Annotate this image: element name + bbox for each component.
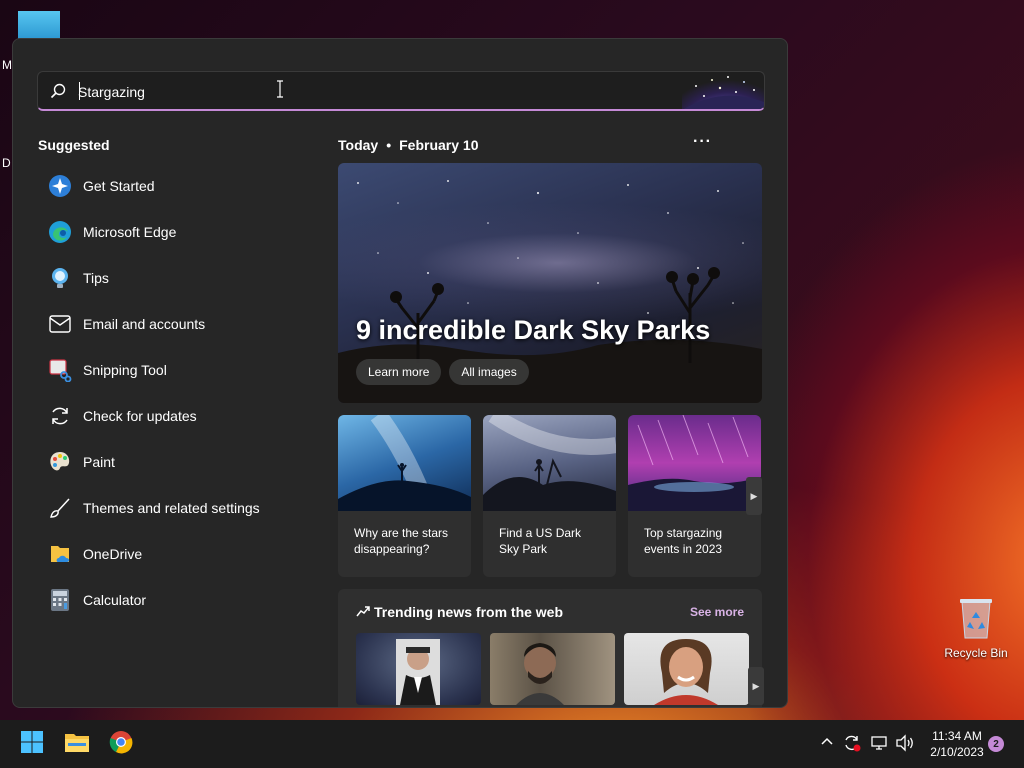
folder-icon [64,731,90,758]
story-cards: Why are the stars disappearing? Find a U… [338,415,762,577]
trending-news-section: Trending news from the web See more ▶ [338,589,764,707]
snipping-tool-icon [47,357,73,383]
learn-more-button[interactable]: Learn more [356,359,442,385]
story-card[interactable]: Top stargazing events in 2023 [628,415,761,577]
search-panel: Suggested Get Started Microsoft Edge [12,38,788,708]
volume-icon[interactable] [895,734,915,757]
more-options-button[interactable]: ··· [693,133,712,151]
hero-card[interactable]: 9 incredible Dark Sky Parks Learn more A… [338,163,762,403]
start-button[interactable] [15,728,49,760]
ibeam-cursor-icon [275,80,285,98]
desktop-shortcut-label-2: D [2,156,11,170]
get-started-icon [47,173,73,199]
network-icon[interactable] [870,734,888,757]
recycle-bin-label: Recycle Bin [944,646,1008,660]
story-caption: Find a US Dark Sky Park [499,526,582,556]
suggested-item-label: Email and accounts [83,316,206,332]
mail-icon [47,311,73,337]
trending-up-icon [356,604,370,620]
story-card[interactable]: Find a US Dark Sky Park [483,415,616,577]
chevron-up-icon[interactable] [820,734,834,753]
desktop-shortcut-icon[interactable] [18,11,60,41]
search-icon [38,83,78,99]
clock-time: 11:34 AM [932,729,982,743]
suggested-item-label: Get Started [83,178,155,194]
recycle-bin[interactable]: Recycle Bin [940,596,1012,660]
suggested-item-label: Check for updates [83,408,197,424]
sync-alert-icon[interactable] [843,734,861,757]
paint-icon [47,449,73,475]
onedrive-icon [47,541,73,567]
recycle-bin-icon [958,596,994,640]
story-image [628,415,761,511]
suggested-heading: Suggested [38,137,110,153]
suggested-item-label: Tips [83,270,109,286]
file-explorer-button[interactable] [60,728,94,760]
story-caption: Top stargazing events in 2023 [644,526,723,556]
today-label: Today [338,137,379,153]
news-thumbnail[interactable] [624,633,749,705]
see-more-link[interactable]: See more [690,605,744,619]
suggested-item-paint[interactable]: Paint [37,439,307,485]
suggested-item-get-started[interactable]: Get Started [37,163,307,209]
trending-title: Trending news from the web [374,604,564,620]
suggested-item-calculator[interactable]: Calculator [37,577,307,623]
suggested-item-tips[interactable]: Tips [37,255,307,301]
story-image [338,415,471,511]
news-thumbnail[interactable] [490,633,615,705]
news-thumbnail[interactable] [356,633,481,705]
suggested-item-snipping-tool[interactable]: Snipping Tool [37,347,307,393]
refresh-icon [47,403,73,429]
search-box[interactable] [37,71,765,111]
story-card[interactable]: Why are the stars disappearing? [338,415,471,577]
trending-heading: Trending news from the web [356,604,563,620]
suggested-item-label: Microsoft Edge [83,224,177,240]
suggested-item-microsoft-edge[interactable]: Microsoft Edge [37,209,307,255]
tips-icon [47,265,73,291]
taskbar: 11:34 AM 2/10/2023 [0,720,1024,768]
notification-badge[interactable]: 2 [988,736,1004,752]
suggested-item-check-updates[interactable]: Check for updates [37,393,307,439]
clock[interactable]: 11:34 AM 2/10/2023 [920,728,994,760]
suggested-item-label: OneDrive [83,546,143,562]
suggested-list: Get Started Microsoft Edge Tips Email an… [37,163,307,623]
suggested-item-label: Snipping Tool [83,362,167,378]
brush-icon [47,495,73,521]
clock-date: 2/10/2023 [930,745,984,759]
calculator-icon [47,587,73,613]
all-images-button[interactable]: All images [449,359,529,385]
story-caption: Why are the stars disappearing? [354,526,449,556]
suggested-item-email-accounts[interactable]: Email and accounts [37,301,307,347]
next-arrow-icon[interactable]: ▶ [748,667,764,705]
hero-title: 9 incredible Dark Sky Parks [356,315,711,345]
story-image [483,415,616,511]
chrome-icon [109,730,133,759]
suggested-item-label: Themes and related settings [83,500,260,516]
next-arrow-icon[interactable]: ▶ [746,477,762,515]
suggested-item-onedrive[interactable]: OneDrive [37,531,307,577]
today-date: February 10 [399,137,479,153]
suggested-item-themes[interactable]: Themes and related settings [37,485,307,531]
text-caret [79,82,80,100]
search-input[interactable] [78,81,638,100]
date-separator: • [386,137,392,153]
today-header: Today • February 10 [338,137,478,153]
edge-icon [47,219,73,245]
suggested-item-label: Paint [83,454,115,470]
windows-logo-icon [20,730,44,759]
suggested-item-label: Calculator [83,592,147,608]
desktop-shortcut-label: M [2,58,12,72]
chrome-button[interactable] [104,728,138,760]
search-highlight-image [682,72,764,109]
